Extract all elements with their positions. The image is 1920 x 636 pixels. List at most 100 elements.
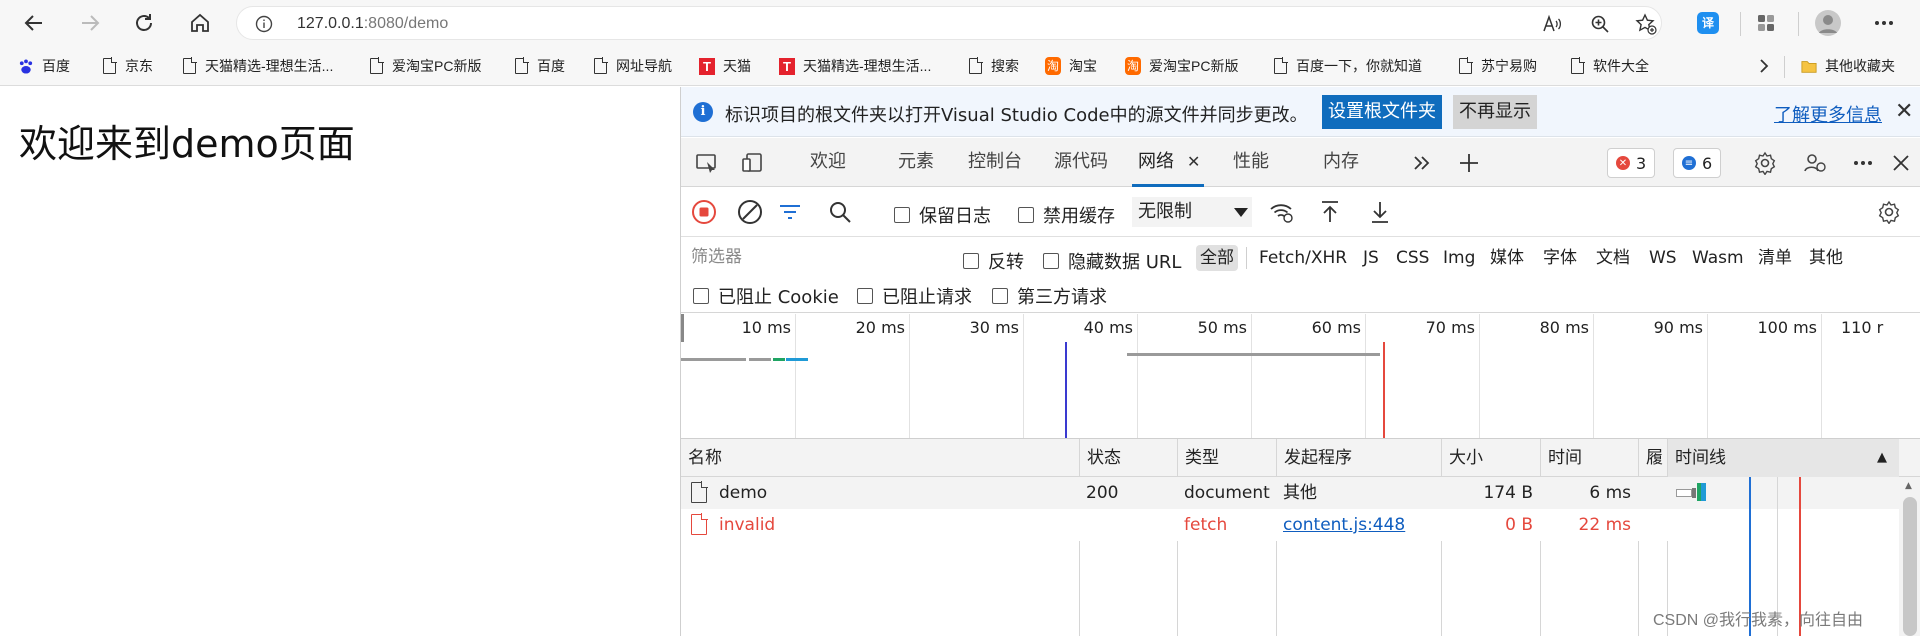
collections-icon[interactable] <box>1750 7 1782 39</box>
dont-show-again-button[interactable]: 不再显示 <box>1453 95 1537 129</box>
filter-input[interactable]: 筛选器 <box>687 245 947 269</box>
tab-network[interactable]: 网络 ✕ <box>1132 138 1204 187</box>
filter-type-fetch-xhr[interactable]: Fetch/XHR <box>1259 245 1347 271</box>
blocked-requests-checkbox[interactable]: 已阻止请求 <box>857 283 972 309</box>
initiator-link[interactable]: content.js:448 <box>1283 509 1405 541</box>
invert-checkbox[interactable]: 反转 <box>963 248 1024 274</box>
bookmark-label: 苏宁易购 <box>1481 58 1537 74</box>
more-menu-icon[interactable] <box>1868 7 1900 39</box>
filter-type-css[interactable]: CSS <box>1396 245 1429 271</box>
feedback-icon[interactable] <box>1801 149 1829 177</box>
tab-welcome[interactable]: 欢迎 <box>810 138 846 187</box>
blocked-cookies-checkbox[interactable]: 已阻止 Cookie <box>693 283 839 309</box>
filter-type-js[interactable]: JS <box>1363 245 1379 271</box>
messages-badge[interactable]: ≡ 6 <box>1673 148 1722 178</box>
hide-data-urls-checkbox[interactable]: 隐藏数据 URL <box>1043 248 1181 274</box>
request-name[interactable]: invalid <box>719 509 775 541</box>
forward-button[interactable] <box>74 7 106 39</box>
tab-elements[interactable]: 元素 <box>898 138 934 187</box>
filter-type-font[interactable]: 字体 <box>1543 245 1577 271</box>
search-icon[interactable] <box>827 199 853 225</box>
close-devtools-icon[interactable] <box>1887 149 1915 177</box>
profile-avatar[interactable] <box>1812 7 1844 39</box>
filter-type-manifest[interactable]: 清单 <box>1758 245 1792 271</box>
throttling-select[interactable]: 无限制 <box>1132 197 1252 227</box>
back-button[interactable] <box>18 7 50 39</box>
filter-type-media[interactable]: 媒体 <box>1490 245 1524 271</box>
tab-memory[interactable]: 内存 <box>1323 138 1359 187</box>
bookmark-item[interactable]: 苏宁易购 <box>1457 55 1537 77</box>
import-har-icon[interactable] <box>1317 199 1343 225</box>
column-header-status[interactable]: 状态 <box>1080 439 1121 477</box>
export-har-icon[interactable] <box>1367 199 1393 225</box>
learn-more-link[interactable]: 了解更多信息 <box>1774 101 1882 127</box>
zoom-icon[interactable] <box>1589 13 1611 35</box>
more-options-icon[interactable] <box>1849 149 1877 177</box>
bookmark-item[interactable]: 淘淘宝 <box>1045 55 1097 77</box>
refresh-button[interactable] <box>128 7 160 39</box>
tab-console[interactable]: 控制台 <box>968 138 1022 187</box>
table-row[interactable]: invalid fetch content.js:448 0 B 22 ms <box>681 509 1920 541</box>
bookmark-item[interactable]: 搜索 <box>967 55 1019 77</box>
settings-gear-icon[interactable] <box>1751 149 1779 177</box>
table-scrollbar[interactable]: ▲ <box>1899 477 1920 636</box>
bookmark-item[interactable]: 爱淘宝PC新版 <box>368 55 481 77</box>
network-overview-timeline[interactable]: 10 ms 20 ms 30 ms 40 ms 50 ms 60 ms 70 m… <box>681 314 1920 439</box>
translator-extension-icon[interactable]: 译 <box>1692 7 1724 39</box>
bookmark-item[interactable]: 淘爱淘宝PC新版 <box>1125 55 1238 77</box>
filter-type-img[interactable]: Img <box>1443 245 1475 271</box>
bookmark-item[interactable]: 天猫精选-理想生活... <box>181 55 333 77</box>
bookmark-item[interactable]: 软件大全 <box>1569 55 1649 77</box>
device-emulation-icon[interactable] <box>739 149 767 177</box>
close-tab-icon[interactable]: ✕ <box>1187 138 1200 186</box>
site-info-icon[interactable] <box>255 15 273 37</box>
bookmark-item[interactable]: 京东 <box>101 55 153 77</box>
disable-cache-checkbox[interactable]: 禁用缓存 <box>1018 202 1115 228</box>
more-tabs-icon[interactable] <box>1408 149 1436 177</box>
bookmarks-overflow-button[interactable] <box>1758 55 1770 77</box>
filter-type-all[interactable]: 全部 <box>1196 245 1238 271</box>
bookmark-item[interactable]: 百度一下，你就知道 <box>1272 55 1422 77</box>
url-text[interactable]: 127.0.0.1:8080/demo <box>297 15 448 33</box>
close-infobar-icon[interactable]: ✕ <box>1895 99 1913 124</box>
column-header-type[interactable]: 类型 <box>1178 439 1219 477</box>
scrollbar-thumb[interactable] <box>1903 497 1917 636</box>
network-conditions-icon[interactable] <box>1269 199 1295 225</box>
record-stop-icon[interactable] <box>691 199 717 225</box>
clear-icon[interactable] <box>737 199 763 225</box>
filter-icon[interactable] <box>777 199 803 225</box>
bookmark-item[interactable]: T 天猫精选-理想生活... <box>779 55 931 77</box>
filter-type-wasm[interactable]: Wasm <box>1692 245 1744 271</box>
column-header-waterfall[interactable]: 时间线 ▲ <box>1668 439 1899 477</box>
read-aloud-icon[interactable] <box>1541 13 1563 35</box>
column-header-initiator[interactable]: 发起程序 <box>1277 439 1352 477</box>
tab-performance[interactable]: 性能 <box>1233 138 1269 187</box>
add-tab-icon[interactable] <box>1455 149 1483 177</box>
add-favorite-icon[interactable] <box>1635 13 1657 35</box>
bookmark-item[interactable]: 百度 <box>513 55 565 77</box>
bookmark-item[interactable]: 网址导航 <box>592 55 672 77</box>
set-root-folder-button[interactable]: 设置根文件夹 <box>1322 95 1442 129</box>
request-name[interactable]: demo <box>719 477 767 509</box>
filter-type-ws[interactable]: WS <box>1649 245 1677 271</box>
table-row[interactable]: demo 200 document 其他 174 B 6 ms <box>681 477 1920 509</box>
column-header-time[interactable]: 时间 <box>1541 439 1582 477</box>
filter-type-doc[interactable]: 文档 <box>1596 245 1630 271</box>
column-header-fulfilled[interactable]: 履 <box>1639 439 1663 477</box>
bookmark-item[interactable]: 百度 <box>18 55 70 77</box>
bookmark-item[interactable]: T 天猫 <box>699 55 751 77</box>
address-bar[interactable]: 127.0.0.1:8080/demo <box>236 6 1662 40</box>
network-settings-gear-icon[interactable] <box>1876 199 1902 225</box>
filter-type-other[interactable]: 其他 <box>1809 245 1843 271</box>
inspect-element-icon[interactable] <box>693 149 721 177</box>
column-header-name[interactable]: 名称 <box>681 439 722 477</box>
other-favorites-folder[interactable]: 其他收藏夹 <box>1801 55 1895 77</box>
scroll-up-icon[interactable]: ▲ <box>1905 481 1912 491</box>
overview-left-handle[interactable] <box>681 314 684 342</box>
preserve-log-checkbox[interactable]: 保留日志 <box>894 202 991 228</box>
tab-sources[interactable]: 源代码 <box>1054 138 1108 187</box>
errors-badge[interactable]: ✕ 3 <box>1607 148 1656 178</box>
third-party-checkbox[interactable]: 第三方请求 <box>992 283 1107 309</box>
column-header-size[interactable]: 大小 <box>1442 439 1483 477</box>
home-button[interactable] <box>184 7 216 39</box>
